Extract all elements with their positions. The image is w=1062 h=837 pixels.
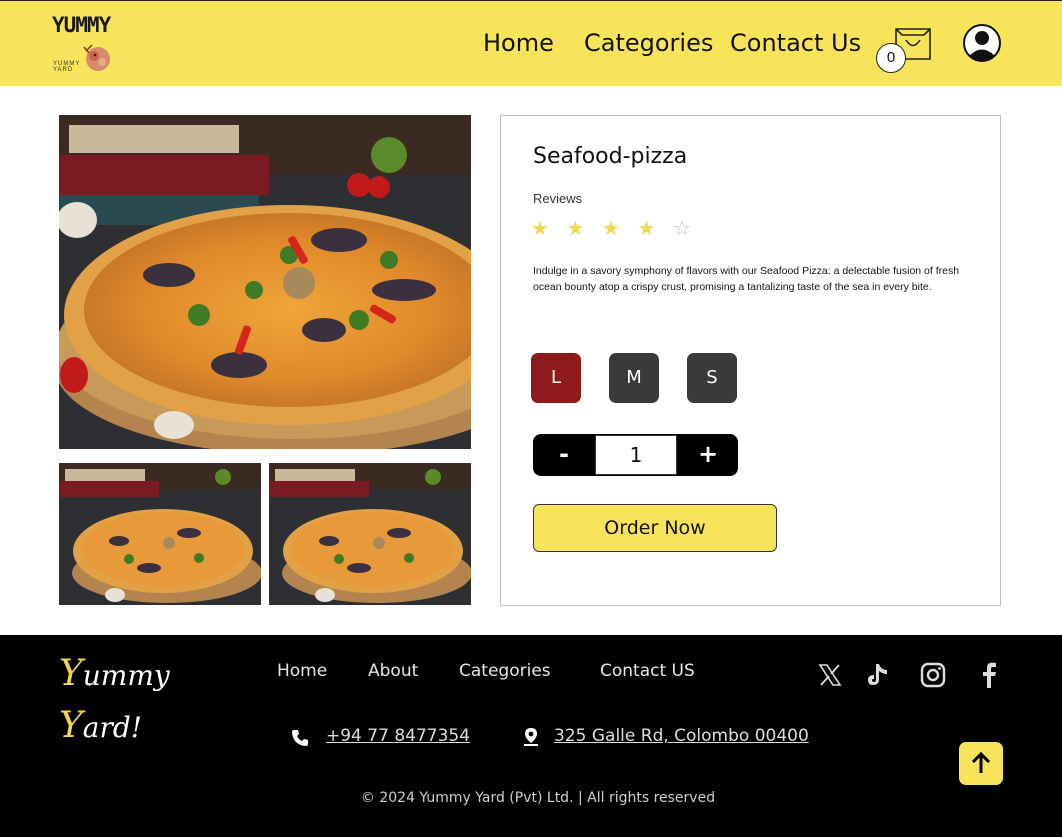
product-description: Indulge in a savory symphony of flavors …: [533, 265, 960, 293]
instagram-icon[interactable]: [920, 661, 946, 689]
size-large-button[interactable]: L: [531, 353, 581, 403]
tiktok-icon[interactable]: [866, 661, 892, 689]
nav-home-link[interactable]: Home: [483, 29, 554, 57]
nav-categories-link[interactable]: Categories: [584, 29, 713, 57]
product-details-panel: Seafood-pizza Reviews ★ ★ ★ ★ ☆ Indulge …: [500, 115, 1001, 606]
site-header: YUMMY YUMMY YARD Home Categories Contact…: [0, 0, 1062, 86]
reviews-label: Reviews: [533, 191, 583, 206]
size-medium-button[interactable]: M: [609, 353, 659, 403]
x-icon[interactable]: [817, 661, 843, 689]
nav-contact-link[interactable]: Contact Us: [730, 29, 861, 57]
phone-number-link[interactable]: +94 77 8477354: [326, 726, 470, 746]
product-title: Seafood-pizza: [533, 144, 688, 169]
logo-subtitle: YUMMY YARD: [53, 61, 81, 73]
size-small-button[interactable]: S: [687, 353, 737, 403]
footer-home-link[interactable]: Home: [277, 661, 327, 681]
footer-brand: Yummy Yard!: [59, 653, 170, 746]
order-now-button[interactable]: Order Now: [533, 504, 777, 552]
product-thumbnail-2[interactable]: [269, 463, 471, 605]
facebook-icon[interactable]: [976, 661, 1002, 689]
arrow-up-icon: [971, 751, 991, 773]
product-thumbnail-1[interactable]: [59, 463, 261, 605]
cart-count-badge: 0: [876, 43, 906, 73]
site-footer: Yummy Yard! Home About Categories Contac…: [0, 635, 1062, 837]
filled-star-icons: ★ ★ ★ ★: [531, 218, 662, 240]
cart-button[interactable]: 0: [876, 23, 934, 73]
copyright-text: © 2024 Yummy Yard (Pvt) Ltd. | All right…: [360, 790, 716, 806]
phone-icon: [292, 730, 308, 746]
user-avatar-icon[interactable]: [962, 23, 1002, 63]
footer-about-link[interactable]: About: [368, 661, 418, 681]
yummy-yard-logo[interactable]: YUMMY YUMMY YARD: [52, 15, 116, 77]
quantity-stepper: - 1 +: [533, 434, 738, 476]
increase-quantity-button[interactable]: +: [677, 434, 738, 476]
logo-wordmark: YUMMY: [52, 13, 111, 37]
footer-contact-link[interactable]: Contact US: [600, 661, 695, 681]
empty-star-icon: ☆: [672, 218, 697, 240]
footer-categories-link[interactable]: Categories: [459, 661, 551, 681]
product-main-image: [59, 115, 471, 449]
star-rating[interactable]: ★ ★ ★ ★ ☆: [531, 216, 697, 241]
decrease-quantity-button[interactable]: -: [533, 434, 595, 476]
location-pin-icon: [524, 728, 538, 746]
scroll-to-top-button[interactable]: [959, 742, 1003, 785]
shrimp-icon: [83, 44, 110, 71]
quantity-value[interactable]: 1: [595, 435, 677, 475]
address-link[interactable]: 325 Galle Rd, Colombo 00400: [554, 726, 809, 746]
